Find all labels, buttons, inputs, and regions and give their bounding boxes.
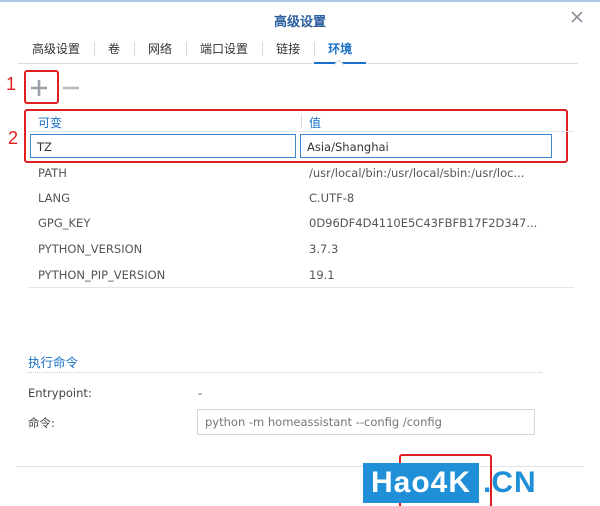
variable-name-value: TZ <box>37 140 52 154</box>
table-row[interactable]: PYTHON_PIP_VERSION 19.1 <box>28 262 574 287</box>
watermark-brand: Hao4K <box>363 463 480 503</box>
variable-value: 0D96DF4D4110E5C43FBFB17F2D347... <box>309 216 538 230</box>
table-row[interactable]: GPG_KEY 0D96DF4D4110E5C43FBFB17F2D347... <box>28 210 574 235</box>
tab-volume[interactable]: 卷 <box>94 34 134 63</box>
minus-icon[interactable] <box>60 77 82 99</box>
dialog-titlebar: 高级设置 <box>0 2 600 36</box>
variable-name: GPG_KEY <box>38 216 91 230</box>
variable-value-value: Asia/Shanghai <box>307 140 389 154</box>
variable-value: 3.7.3 <box>309 242 339 256</box>
section-divider <box>28 372 542 373</box>
variable-value: C.UTF-8 <box>309 191 355 205</box>
table-row[interactable]: PYTHON_VERSION 3.7.3 <box>28 236 574 261</box>
annotation-number-2: 2 <box>8 128 19 148</box>
command-input[interactable] <box>197 409 535 435</box>
watermark-suffix: CN <box>491 466 537 499</box>
plus-icon[interactable] <box>28 77 50 99</box>
execute-command-section-title: 执行命令 <box>28 355 79 370</box>
env-toolbar <box>28 76 82 100</box>
table-row[interactable]: LANG C.UTF-8 <box>28 185 574 210</box>
tab-links[interactable]: 链接 <box>262 34 314 63</box>
active-tab-arrow-icon <box>334 59 344 65</box>
command-label: 命令: <box>28 416 55 430</box>
variable-value-input[interactable]: Asia/Shanghai <box>300 134 552 158</box>
dialog-title: 高级设置 <box>273 15 326 30</box>
watermark-dot: . <box>483 466 492 499</box>
table-row[interactable]: PATH /usr/local/bin:/usr/local/sbin:/usr… <box>28 160 574 185</box>
variable-name: PYTHON_PIP_VERSION <box>38 268 166 282</box>
variable-value: 19.1 <box>309 268 335 282</box>
close-icon[interactable] <box>568 8 586 26</box>
variable-name: PYTHON_VERSION <box>38 242 143 256</box>
variable-name-input[interactable]: TZ <box>30 134 296 158</box>
column-separator <box>301 114 302 128</box>
settings-tabs: 高级设置 卷 网络 端口设置 链接 环境 <box>18 34 578 64</box>
variable-name: LANG <box>38 191 71 205</box>
table-row-editing[interactable]: TZ Asia/Shanghai <box>28 133 574 158</box>
variable-name: PATH <box>38 166 67 180</box>
table-header: 可变 值 <box>28 110 574 132</box>
entrypoint-value: - <box>198 386 203 400</box>
tab-network[interactable]: 网络 <box>134 34 186 63</box>
tab-port-settings[interactable]: 端口设置 <box>186 34 262 63</box>
tab-advanced-settings[interactable]: 高级设置 <box>18 34 94 63</box>
advanced-settings-dialog: 高级设置 高级设置 卷 网络 端口设置 链接 环境 1 2 可变 值 TZ As… <box>0 0 600 506</box>
column-header-variable[interactable]: 可变 <box>38 114 62 131</box>
variable-value: /usr/local/bin:/usr/local/sbin:/usr/loc.… <box>309 166 525 180</box>
entrypoint-label: Entrypoint: <box>28 386 92 400</box>
annotation-number-1: 1 <box>6 74 17 94</box>
env-variables-table: 可变 值 TZ Asia/Shanghai PATH /usr/local/bi… <box>28 110 574 288</box>
column-header-value[interactable]: 值 <box>309 114 321 131</box>
watermark-logo: Hao4K . CN <box>363 462 593 504</box>
